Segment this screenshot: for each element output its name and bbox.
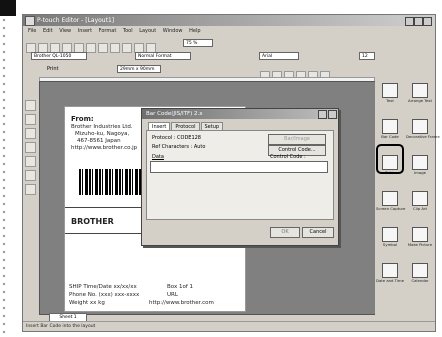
dock-item-arrange-text[interactable]: Arrange Text bbox=[406, 83, 434, 103]
frame-icon bbox=[412, 119, 428, 134]
maximize-icon[interactable] bbox=[414, 17, 423, 26]
footer-cell: URL bbox=[167, 292, 178, 298]
footer-cell: Weight xx kg bbox=[69, 300, 105, 306]
ref-characters-text: Ref Characters : Auto bbox=[152, 144, 206, 150]
image-icon bbox=[412, 155, 428, 170]
curve-icon[interactable] bbox=[25, 184, 36, 195]
undo-icon[interactable] bbox=[122, 42, 132, 53]
text-tool-icon[interactable] bbox=[146, 42, 156, 53]
font-select[interactable]: Arial bbox=[259, 52, 299, 60]
label-from-line: Brother Industries Ltd. bbox=[71, 124, 133, 130]
close-icon[interactable] bbox=[328, 110, 337, 119]
binding-dots bbox=[0, 0, 8, 337]
polygon-icon[interactable] bbox=[25, 170, 36, 181]
protocol-text: Protocol : CODE128 bbox=[152, 135, 201, 141]
status-bar: Insert Bar Code into the layout bbox=[23, 321, 435, 332]
select-arrow-icon[interactable] bbox=[25, 100, 36, 111]
help-icon[interactable] bbox=[318, 110, 327, 119]
redo-icon[interactable] bbox=[134, 42, 144, 53]
calendar-icon bbox=[412, 263, 428, 278]
format-toolbar bbox=[259, 65, 379, 81]
text-icon bbox=[382, 83, 398, 98]
screen-capture-icon bbox=[382, 191, 398, 206]
ellipse-icon[interactable] bbox=[25, 156, 36, 167]
line-icon[interactable] bbox=[25, 128, 36, 139]
label-from-line: http://www.brother.co.jp bbox=[71, 145, 138, 151]
standard-toolbar bbox=[25, 37, 315, 53]
label-from-heading: From: bbox=[71, 115, 94, 123]
footer-cell: Phone No. (xxx) xxx-xxxx bbox=[69, 292, 140, 298]
open-icon[interactable] bbox=[38, 42, 48, 53]
new-icon[interactable] bbox=[26, 42, 36, 53]
menu-view[interactable]: View bbox=[59, 26, 71, 36]
paper-select[interactable]: 29mm x 90mm bbox=[117, 65, 161, 73]
dock-item-symbol[interactable]: Symbol bbox=[376, 227, 404, 247]
menu-help[interactable]: Help bbox=[189, 26, 200, 36]
barcode-icon bbox=[382, 119, 398, 134]
printer-select[interactable]: Brother QL-1050 bbox=[31, 52, 87, 60]
barcode-dialog: Bar Code(JIS/ITF) 2.x Insert Protocol Se… bbox=[141, 108, 339, 246]
make-picture-icon bbox=[412, 227, 428, 242]
footer-cell: SHIP Time/Date xx/xx/xx bbox=[69, 284, 137, 290]
status-text: Insert Bar Code into the layout bbox=[26, 324, 96, 329]
text-icon[interactable] bbox=[25, 114, 36, 125]
footer-cell: http://www.brother.com bbox=[149, 300, 214, 306]
menu-edit[interactable]: Edit bbox=[43, 26, 53, 36]
app-window: P-touch Editor - [Layout1] File Edit Vie… bbox=[22, 14, 440, 332]
print-icon[interactable] bbox=[62, 42, 72, 53]
sheet-tab-bar: Sheet 1 bbox=[39, 313, 369, 322]
save-icon[interactable] bbox=[50, 42, 60, 53]
zoom-select[interactable]: 75 % bbox=[183, 39, 213, 47]
rectangle-icon[interactable] bbox=[25, 142, 36, 153]
format-select[interactable]: Normal Format bbox=[135, 52, 191, 60]
object-dock: Text Arrange Text Bar Code Decorative Fr… bbox=[375, 81, 440, 315]
menu-format[interactable]: Format bbox=[99, 26, 117, 36]
dock-item-frame[interactable]: Decorative Frame bbox=[406, 119, 440, 139]
dock-item-make-picture[interactable]: Make Picture bbox=[406, 227, 434, 247]
highlight-callout bbox=[376, 144, 404, 174]
footer-cell: Box 1of 1 bbox=[167, 284, 194, 290]
label-from-line: Mizuho-ku, Nagoya, bbox=[75, 131, 130, 137]
menu-file[interactable]: File bbox=[28, 26, 36, 36]
paste-icon[interactable] bbox=[110, 42, 120, 53]
font-size-select[interactable]: 12 bbox=[359, 52, 375, 60]
copy-icon[interactable] bbox=[98, 42, 108, 53]
dock-item-calendar[interactable]: Calendar bbox=[406, 263, 434, 283]
arrange-text-icon bbox=[412, 83, 428, 98]
menu-insert[interactable]: Insert bbox=[78, 26, 92, 36]
preview-icon[interactable] bbox=[74, 42, 84, 53]
close-icon[interactable] bbox=[423, 17, 432, 26]
menu-bar: File Edit View Insert Format Tool Layout… bbox=[23, 26, 435, 36]
menu-tool[interactable]: Tool bbox=[123, 26, 133, 36]
print-button[interactable]: Print bbox=[47, 65, 59, 74]
data-input[interactable] bbox=[150, 161, 328, 173]
control-code-label: Control Code : bbox=[270, 154, 306, 160]
dock-item-image[interactable]: Image bbox=[406, 155, 434, 175]
symbol-icon bbox=[382, 227, 398, 242]
minimize-icon[interactable] bbox=[405, 17, 414, 26]
menu-window[interactable]: Window bbox=[163, 26, 183, 36]
barcode-graphic bbox=[79, 169, 149, 195]
cut-icon[interactable] bbox=[86, 42, 96, 53]
menu-layout[interactable]: Layout bbox=[139, 26, 156, 36]
dock-item-text[interactable]: Text bbox=[376, 83, 404, 103]
app-icon bbox=[25, 16, 35, 26]
dock-item-date-time[interactable]: Date and Time bbox=[376, 263, 404, 283]
label-from-line: 467-8561 Japan bbox=[77, 138, 121, 144]
bar-image-button[interactable]: Bar/Image bbox=[268, 134, 326, 145]
ok-button[interactable]: OK bbox=[270, 227, 300, 238]
dialog-title: Bar Code(JIS/ITF) 2.x bbox=[142, 109, 338, 119]
title-bar: P-touch Editor - [Layout1] bbox=[23, 15, 435, 26]
dock-item-clipart[interactable]: Clip Art bbox=[406, 191, 434, 211]
clipart-icon bbox=[412, 191, 428, 206]
date-time-icon bbox=[382, 263, 398, 278]
label-brand: BROTHER bbox=[71, 217, 114, 226]
data-label: Data bbox=[152, 154, 164, 160]
cancel-button[interactable]: Cancel bbox=[302, 227, 334, 238]
dock-item-screen-capture[interactable]: Screen Capture bbox=[376, 191, 405, 211]
dock-item-barcode[interactable]: Bar Code bbox=[376, 119, 404, 139]
section-marker bbox=[0, 0, 16, 16]
draw-tools bbox=[24, 97, 36, 307]
